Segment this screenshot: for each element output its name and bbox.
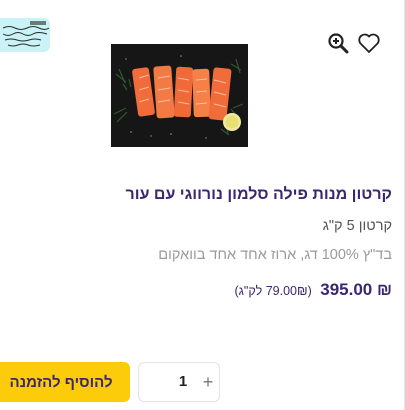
zoom-in-icon[interactable] (326, 31, 350, 55)
product-card: קרטון מנות פילה סלמון נורווגי עם עור קרט… (0, 0, 405, 410)
add-to-order-button[interactable]: להוסיף להזמנה (0, 362, 130, 402)
product-subtitle: קרטון 5 ק"ג (322, 218, 392, 234)
product-title[interactable]: קרטון מנות פילה סלמון נורווגי עם עור (12, 186, 392, 204)
product-image[interactable] (111, 44, 248, 147)
quantity-plus-button[interactable]: + (201, 372, 215, 392)
quantity-value[interactable]: 1 (171, 373, 195, 390)
kashrut-badge (0, 18, 50, 52)
heart-icon[interactable] (357, 31, 381, 55)
unit-price: (79.00₪ לק"ג) (234, 284, 312, 298)
product-price: ₪ 395.00 (320, 280, 392, 299)
quantity-stepper[interactable]: 1 + (138, 362, 220, 402)
product-description: בד"ץ 100% דג, ארוז אחד אחד בוואקום (158, 247, 392, 263)
kashrut-seal-icon (2, 21, 50, 47)
price-row: ₪ 395.00 (79.00₪ לק"ג) (12, 280, 392, 300)
